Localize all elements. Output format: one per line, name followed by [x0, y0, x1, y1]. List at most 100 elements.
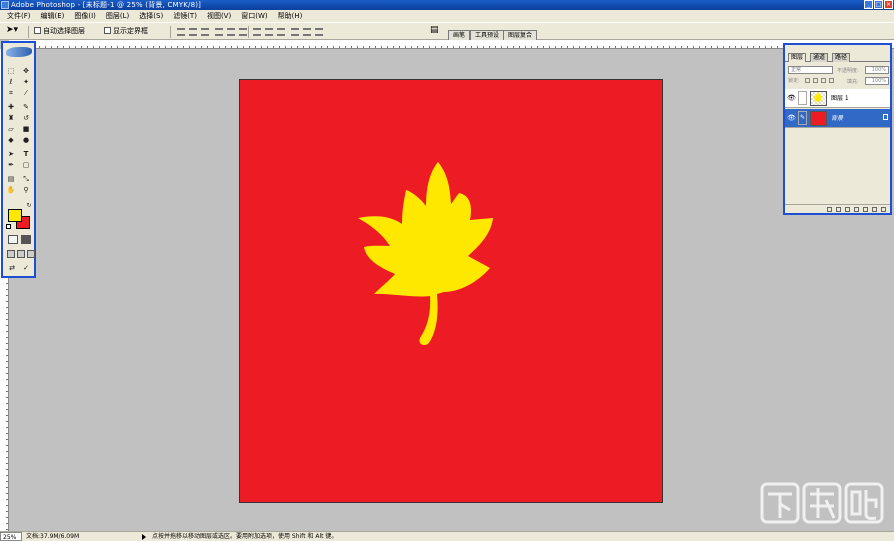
healing-brush-tool-icon[interactable]: ✚ — [6, 103, 16, 112]
standard-screen-mode-icon[interactable] — [7, 250, 15, 258]
new-layer-icon[interactable] — [872, 206, 877, 212]
distribute-right-icon[interactable] — [315, 28, 323, 36]
blend-mode-select[interactable]: 正常 — [788, 66, 833, 74]
show-bounding-box-option[interactable]: 显示定界框 — [104, 27, 148, 36]
menu-filter[interactable]: 滤镜(T) — [168, 10, 202, 22]
fill-input[interactable]: 100% — [865, 77, 889, 85]
move-tool-preset-icon[interactable]: ➤▾ — [6, 26, 18, 35]
notes-tool-icon[interactable]: ▤ — [6, 175, 16, 184]
menu-help[interactable]: 帮助(H) — [273, 10, 308, 22]
distribute-bottom-icon[interactable] — [277, 28, 285, 36]
layer-link-toggle[interactable] — [798, 91, 807, 105]
window-controls: _ □ × — [864, 0, 893, 9]
zoom-level-field[interactable]: 25% — [0, 532, 22, 541]
blur-tool-icon[interactable]: ◆ — [6, 136, 16, 145]
eyedropper-tool-icon[interactable]: ⤡ — [21, 175, 31, 184]
menu-edit[interactable]: 编辑(E) — [36, 10, 70, 22]
path-selection-tool-icon[interactable]: ➤ — [6, 150, 16, 159]
tab-layers[interactable]: 图层 — [788, 53, 807, 62]
layers-palette-footer — [785, 204, 890, 213]
tab-layer-comps[interactable]: 图层复合 — [503, 30, 538, 40]
quick-mask-mode-button[interactable] — [21, 235, 31, 244]
marquee-tool-icon[interactable]: ⬚ — [6, 67, 16, 76]
visibility-eye-icon[interactable]: 👁 — [787, 114, 796, 123]
auto-select-layer-option[interactable]: 自动选择图层 — [34, 27, 85, 36]
full-screen-menu-mode-icon[interactable] — [17, 250, 25, 258]
horizontal-ruler[interactable] — [9, 40, 894, 49]
distribute-center-icon[interactable] — [265, 28, 273, 36]
magic-wand-tool-icon[interactable]: ✦ — [21, 78, 31, 87]
auto-select-layer-checkbox[interactable] — [34, 27, 41, 34]
align-vertical-center-icon[interactable] — [189, 28, 197, 36]
minimize-button[interactable]: _ — [864, 0, 873, 9]
align-left-icon[interactable] — [215, 28, 223, 36]
leaf-thumbnail-icon — [812, 92, 823, 105]
swap-colors-icon[interactable]: ↻ — [24, 201, 34, 210]
menu-image[interactable]: 图像(I) — [69, 10, 101, 22]
layer-row-background[interactable]: 👁 ✎ 背景 — [785, 109, 890, 128]
title-bar: Adobe Photoshop - [未标题-1 @ 25% (背景, CMYK… — [0, 0, 894, 10]
status-menu-arrow-icon[interactable] — [142, 534, 146, 540]
lock-transparent-icon[interactable] — [805, 78, 810, 83]
move-tool-icon[interactable]: ✥ — [21, 67, 31, 76]
imageready-icon[interactable]: ✓ — [21, 264, 31, 273]
tab-paths[interactable]: 路径 — [832, 53, 851, 62]
gradient-tool-icon[interactable]: ■ — [21, 125, 31, 134]
foreground-color-swatch[interactable] — [8, 209, 22, 222]
close-button[interactable]: × — [884, 0, 893, 9]
history-brush-tool-icon[interactable]: ↺ — [21, 114, 31, 123]
full-screen-mode-icon[interactable] — [27, 250, 35, 258]
maple-leaf-path — [358, 162, 493, 346]
type-tool-icon[interactable]: T — [21, 150, 31, 159]
maximize-button[interactable]: □ — [874, 0, 883, 9]
lasso-tool-icon[interactable]: ℓ — [6, 78, 16, 87]
standard-mode-button[interactable] — [8, 235, 18, 244]
align-bottom-icon[interactable] — [201, 28, 209, 36]
crop-tool-icon[interactable]: ⌗ — [6, 89, 16, 98]
watermark-logo — [760, 482, 884, 524]
eraser-tool-icon[interactable]: ▱ — [6, 125, 16, 134]
lock-position-icon[interactable] — [821, 78, 826, 83]
visibility-eye-icon[interactable]: 👁 — [787, 94, 796, 103]
show-bounding-box-checkbox[interactable] — [104, 27, 111, 34]
brush-tool-icon[interactable]: ✎ — [21, 103, 31, 112]
document-canvas[interactable] — [239, 79, 663, 503]
distribute-left-icon[interactable] — [291, 28, 299, 36]
align-top-icon[interactable] — [177, 28, 185, 36]
default-colors-icon[interactable] — [6, 224, 11, 229]
jump-to-imageready-icon[interactable]: ⇄ — [7, 264, 17, 273]
distribute-top-icon[interactable] — [253, 28, 261, 36]
zoom-tool-icon[interactable]: ⚲ — [21, 186, 31, 195]
menu-view[interactable]: 视图(V) — [202, 10, 236, 22]
add-mask-icon[interactable] — [845, 206, 850, 212]
lock-all-icon[interactable] — [829, 78, 834, 83]
align-horizontal-center-icon[interactable] — [227, 28, 235, 36]
dodge-tool-icon[interactable]: ● — [21, 136, 31, 145]
shape-tool-icon[interactable]: ▢ — [21, 161, 31, 170]
menu-file[interactable]: 文件(F) — [2, 10, 36, 22]
adobe-feather-icon[interactable] — [6, 47, 32, 57]
distribute-hcenter-icon[interactable] — [303, 28, 311, 36]
palette-well-icon[interactable]: ▤ — [430, 26, 439, 35]
tab-tool-presets[interactable]: 工具预设 — [470, 30, 505, 40]
lock-image-icon[interactable] — [813, 78, 818, 83]
opacity-input[interactable]: 100% — [865, 66, 889, 74]
link-layers-icon[interactable] — [827, 206, 832, 212]
brush-indicator-icon[interactable]: ✎ — [798, 111, 807, 125]
menu-window[interactable]: 窗口(W) — [236, 10, 272, 22]
tab-brushes[interactable]: 画笔 — [448, 30, 471, 40]
fill-label: 填充: — [847, 79, 859, 85]
align-right-icon[interactable] — [239, 28, 247, 36]
layer-row-layer1[interactable]: 👁 图层 1 — [785, 89, 890, 108]
delete-layer-icon[interactable] — [881, 206, 886, 212]
layer-style-icon[interactable] — [836, 206, 841, 212]
menu-layer[interactable]: 图层(L) — [101, 10, 134, 22]
new-set-icon[interactable] — [854, 206, 859, 212]
hand-tool-icon[interactable]: ✋ — [6, 186, 16, 195]
adjustment-layer-icon[interactable] — [863, 206, 868, 212]
tab-channels[interactable]: 通道 — [810, 53, 829, 62]
menu-select[interactable]: 选择(S) — [134, 10, 168, 22]
slice-tool-icon[interactable]: ⁄ — [21, 89, 31, 98]
clone-stamp-tool-icon[interactable]: ♜ — [6, 114, 16, 123]
pen-tool-icon[interactable]: ✒ — [6, 161, 16, 170]
